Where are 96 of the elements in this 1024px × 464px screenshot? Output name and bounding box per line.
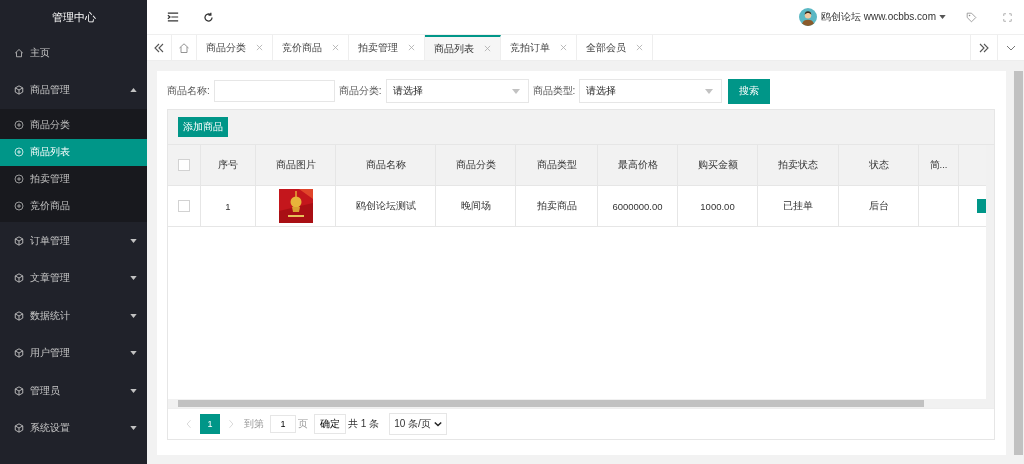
- total-count: 共 1 条: [348, 417, 380, 431]
- plus-circle-icon: [14, 147, 24, 158]
- fullscreen-icon[interactable]: [1003, 12, 1012, 22]
- close-icon[interactable]: [332, 44, 339, 51]
- close-icon[interactable]: [636, 44, 643, 51]
- caret-down-icon: [130, 351, 137, 356]
- double-chevron-left-icon: [153, 41, 165, 54]
- prev-page-icon[interactable]: [186, 419, 192, 429]
- page-input-field[interactable]: 1: [270, 415, 296, 433]
- plus-circle-icon: [14, 200, 24, 211]
- caret-down-icon: [130, 313, 137, 318]
- page-number[interactable]: 1: [200, 414, 220, 434]
- nav-item[interactable]: 商品管理: [0, 71, 147, 109]
- column-header: 商品分类: [436, 145, 516, 185]
- column-header: 最高价格: [598, 145, 678, 185]
- table-cell: 晚间场: [436, 186, 516, 226]
- column-header: 简...: [919, 145, 959, 185]
- caret-up-icon: [130, 88, 137, 93]
- nav-item[interactable]: 文章管理: [0, 259, 147, 298]
- nav-item[interactable]: 数据统计: [0, 297, 147, 335]
- cube-icon: [14, 273, 24, 284]
- page-tab[interactable]: 商品列表: [425, 35, 501, 60]
- menu-icon[interactable]: [167, 11, 179, 23]
- cube-icon: [14, 85, 24, 96]
- caret-down-icon: [705, 88, 714, 94]
- page-tab[interactable]: 竞拍订单: [501, 35, 577, 60]
- close-icon[interactable]: [484, 45, 491, 52]
- nav-item[interactable]: 订单管理: [0, 222, 147, 260]
- table-cell: 1000.00: [678, 186, 758, 226]
- column-header: 商品图片: [256, 145, 336, 185]
- filter-label: 商品类型:: [532, 84, 576, 98]
- caret-down-icon: [511, 88, 520, 94]
- nav-item[interactable]: 管理员: [0, 372, 147, 410]
- caret-down-icon: [130, 238, 137, 243]
- goto-label: 到第: [244, 417, 264, 431]
- page-unit-label: 页: [298, 417, 308, 431]
- column-header: 购买金额: [678, 145, 758, 185]
- table-cell: 后台: [839, 186, 919, 226]
- checkbox[interactable]: [178, 200, 190, 212]
- table-cell: 拍卖商品: [516, 186, 598, 226]
- filter-label: 商品名称:: [167, 84, 210, 98]
- chevron-down-icon: [433, 421, 442, 427]
- close-icon[interactable]: [256, 44, 263, 51]
- cube-icon: [14, 310, 24, 321]
- home-icon: [14, 47, 24, 58]
- table-cell: 已挂单: [758, 186, 839, 226]
- plus-circle-icon: [14, 120, 24, 131]
- column-header: 商品名称: [336, 145, 436, 185]
- page-tab[interactable]: 全部会员: [577, 35, 653, 60]
- column-header: 状态: [839, 145, 919, 185]
- caret-down-icon: [130, 276, 137, 281]
- table-cell: 6000000.00: [598, 186, 678, 226]
- add-button[interactable]: 添加商品: [178, 117, 228, 137]
- sidebar-title: 管理中心: [50, 10, 97, 25]
- caret-down-icon: [130, 426, 137, 431]
- select-field[interactable]: 请选择: [385, 79, 529, 103]
- page-tab[interactable]: 竞价商品: [273, 35, 349, 60]
- cube-icon: [14, 385, 24, 396]
- column-header: 商品类型: [516, 145, 598, 185]
- horizontal-scrollbar[interactable]: [168, 399, 994, 408]
- select-field[interactable]: 请选择: [579, 79, 723, 103]
- cube-icon: [14, 423, 24, 434]
- user-menu[interactable]: 鸥创论坛 www.ocbbs.com: [820, 10, 936, 24]
- refresh-icon[interactable]: [203, 11, 214, 23]
- confirm-button[interactable]: 确定: [314, 414, 346, 434]
- next-page-icon[interactable]: [228, 419, 234, 429]
- table-cell: 1: [201, 186, 256, 226]
- tag-icon[interactable]: [966, 11, 977, 23]
- cube-icon: [14, 235, 24, 246]
- caret-down-icon: [130, 388, 137, 393]
- checkbox[interactable]: [178, 159, 190, 171]
- table-cell: 鸥创论坛测试: [336, 186, 436, 226]
- filter-label: 商品分类:: [338, 84, 382, 98]
- page-tab[interactable]: 商品分类: [197, 35, 273, 60]
- submenu-item[interactable]: 商品列表: [0, 138, 147, 166]
- column-header: 序号: [201, 145, 256, 185]
- avatar-icon[interactable]: [798, 8, 817, 26]
- submenu-item[interactable]: 拍卖管理: [0, 165, 147, 193]
- close-icon[interactable]: [560, 44, 567, 51]
- page-size-select[interactable]: 10 条/页: [389, 413, 447, 435]
- name-input-field[interactable]: [213, 80, 335, 102]
- column-header: 拍卖状态: [758, 145, 839, 185]
- nav-item[interactable]: 系统设置: [0, 409, 147, 448]
- submenu-item[interactable]: 竞价商品: [0, 192, 147, 220]
- close-icon[interactable]: [408, 44, 415, 51]
- page-scrollbar[interactable]: [1013, 71, 1024, 455]
- caret-down-icon: [939, 15, 946, 19]
- home-icon: [178, 41, 190, 54]
- edit-button[interactable]: [977, 199, 986, 213]
- nav-item[interactable]: 用户管理: [0, 334, 147, 373]
- submenu-item[interactable]: 商品分类: [0, 112, 147, 139]
- nav-item[interactable]: 主页: [0, 34, 147, 72]
- plus-circle-icon: [14, 174, 24, 184]
- cube-icon: [14, 348, 24, 359]
- search-button[interactable]: 搜索: [728, 78, 771, 104]
- double-chevron-right-icon: [978, 41, 990, 54]
